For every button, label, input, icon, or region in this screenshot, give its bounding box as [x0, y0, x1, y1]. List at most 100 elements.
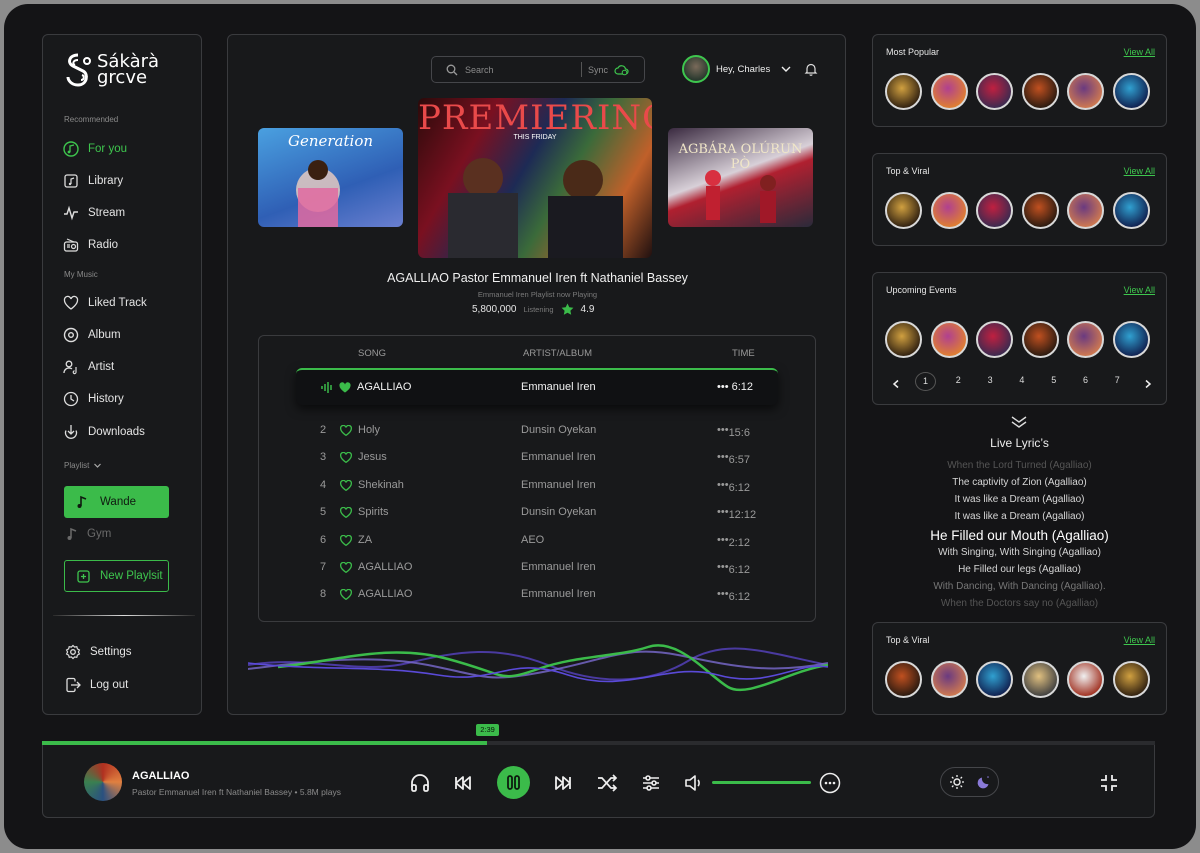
artist-avatar[interactable]	[1021, 321, 1059, 358]
sync-button[interactable]: Sync	[588, 64, 629, 76]
heart-icon[interactable]	[340, 479, 352, 491]
featured-cover-center[interactable]: PREMIERING THIS FRIDAY	[418, 98, 652, 258]
bell-icon[interactable]	[804, 62, 818, 76]
table-row[interactable]: 4 Shekinah Emmanuel Iren ••• 6:12	[259, 476, 817, 496]
artist-avatar[interactable]	[930, 661, 968, 698]
artist-avatar[interactable]	[930, 73, 968, 110]
new-playlist-button[interactable]: New Playlsit	[64, 560, 169, 592]
view-all-link[interactable]: View All	[1124, 47, 1155, 57]
previous-icon[interactable]	[452, 772, 474, 794]
lyric-line-current: He Filled our Mouth (Agalliao)	[930, 528, 1109, 543]
sidebar-item-album[interactable]: Album	[63, 327, 121, 343]
elapsed-time: 2:39	[476, 724, 499, 736]
sidebar-item-for-you[interactable]: For you	[63, 141, 127, 157]
view-all-link[interactable]: View All	[1124, 635, 1155, 645]
playlist-item-label: Wande	[100, 496, 137, 508]
sidebar-item-stream[interactable]: Stream	[63, 205, 125, 221]
page-7[interactable]: 7	[1115, 375, 1120, 385]
artist-avatar[interactable]	[1067, 73, 1104, 110]
featured-cover-left[interactable]: Generation	[258, 128, 403, 227]
artist-avatar[interactable]	[930, 192, 968, 229]
artist-avatar[interactable]	[1112, 321, 1150, 358]
artist-avatar[interactable]	[976, 661, 1013, 698]
user-menu[interactable]: Hey, Charles	[682, 55, 792, 83]
heart-icon[interactable]	[340, 507, 352, 519]
volume-icon[interactable]	[683, 772, 705, 794]
artist-avatar[interactable]	[885, 192, 922, 229]
heart-icon[interactable]	[340, 589, 352, 601]
shuffle-icon[interactable]	[596, 772, 618, 794]
heart-icon[interactable]	[340, 452, 352, 464]
page-6[interactable]: 6	[1083, 375, 1088, 385]
artist-avatar[interactable]	[1021, 661, 1059, 698]
page-2[interactable]: 2	[956, 375, 961, 385]
artist-avatar[interactable]	[1021, 192, 1059, 229]
sidebar-item-library[interactable]: Library	[63, 173, 123, 189]
artist-avatar[interactable]	[930, 321, 968, 358]
page-1[interactable]: 1	[915, 372, 936, 391]
track-artist: Dunsin Oyekan	[521, 424, 597, 436]
sun-icon[interactable]	[949, 774, 965, 790]
artist-avatar[interactable]	[976, 321, 1013, 358]
artist-avatar[interactable]	[1112, 192, 1150, 229]
artist-avatar[interactable]	[885, 321, 922, 358]
search-bar[interactable]: Search Sync	[431, 56, 645, 83]
equalizer-settings-icon[interactable]	[640, 772, 662, 794]
page-5[interactable]: 5	[1051, 375, 1056, 385]
table-row[interactable]: 3 Jesus Emmanuel Iren ••• 6:57	[259, 448, 817, 468]
sidebar-item-label: Artist	[88, 361, 115, 373]
player-thumbnail[interactable]	[84, 763, 122, 801]
artist-avatar[interactable]	[1067, 321, 1104, 358]
fullscreen-exit-icon[interactable]	[1098, 772, 1120, 794]
chevron-left-icon[interactable]	[891, 379, 901, 389]
pause-button[interactable]	[497, 766, 530, 799]
chevron-right-icon[interactable]	[1143, 379, 1153, 389]
settings-button[interactable]: Settings	[65, 644, 132, 660]
section-playlist[interactable]: Playlist	[64, 461, 102, 470]
sidebar-item-artist[interactable]: Artist	[63, 359, 114, 375]
sidebar-item-downloads[interactable]: Downloads	[63, 424, 145, 440]
artist-avatar[interactable]	[885, 73, 922, 110]
page-3[interactable]: 3	[988, 375, 993, 385]
table-row[interactable]: 7 AGALLIAO Emmanuel Iren ••• 6:12	[259, 558, 817, 578]
sidebar-item-radio[interactable]: Radio	[63, 237, 118, 253]
heart-icon[interactable]	[340, 534, 352, 546]
sidebar-item-label: For you	[88, 143, 127, 155]
artist-avatar[interactable]	[1067, 661, 1104, 698]
artist-avatar[interactable]	[1112, 661, 1150, 698]
live-lyrics-title: Live Lyric’s	[990, 436, 1049, 450]
playlist-item-gym[interactable]: Gym	[66, 527, 111, 541]
table-row[interactable]: 6 ZA AEO ••• 2:12	[259, 531, 817, 551]
table-row[interactable]: 8 AGALLIAO Emmanuel Iren ••• 6:12	[259, 585, 817, 605]
view-all-link[interactable]: View All	[1124, 166, 1155, 176]
track-number: 6	[320, 533, 327, 546]
table-row[interactable]: 2 Holy Dunsin Oyekan ••• 15:6	[259, 421, 817, 441]
artist-avatar[interactable]	[885, 661, 922, 698]
artist-avatar[interactable]	[1067, 192, 1104, 229]
theme-toggle[interactable]	[940, 767, 999, 797]
playlist-item-wande[interactable]: Wande	[64, 486, 169, 518]
heart-filled-icon[interactable]	[339, 382, 351, 393]
table-row[interactable]: 5 Spirits Dunsin Oyekan ••• 12:12	[259, 503, 817, 523]
view-all-link[interactable]: View All	[1124, 285, 1155, 295]
artist-avatar[interactable]	[976, 73, 1013, 110]
page-4[interactable]: 4	[1019, 375, 1024, 385]
sidebar-item-liked-track[interactable]: Liked Track	[63, 295, 147, 311]
headphones-icon[interactable]	[409, 772, 431, 794]
artist-avatar[interactable]	[976, 192, 1013, 229]
brand-logo[interactable]: Sákàrà grcve	[63, 53, 159, 87]
next-icon[interactable]	[552, 772, 574, 794]
heart-icon[interactable]	[340, 425, 352, 436]
sidebar-item-history[interactable]: History	[63, 391, 124, 407]
artist-avatar[interactable]	[1021, 73, 1059, 110]
more-options-icon[interactable]	[819, 772, 841, 794]
moon-icon[interactable]	[976, 774, 992, 790]
heart-icon[interactable]	[340, 562, 352, 573]
logout-button[interactable]: Log out	[65, 677, 128, 693]
search-input[interactable]: Search	[465, 65, 494, 75]
now-playing-row[interactable]: AGALLIAO Emmanuel Iren ••• 6:12	[296, 368, 778, 405]
double-chevron-down-icon[interactable]	[1010, 415, 1028, 429]
volume-slider[interactable]	[712, 781, 811, 784]
featured-cover-right[interactable]: AGBÁRA OLÚRUN PÒ	[668, 128, 813, 227]
artist-avatar[interactable]	[1112, 73, 1150, 110]
